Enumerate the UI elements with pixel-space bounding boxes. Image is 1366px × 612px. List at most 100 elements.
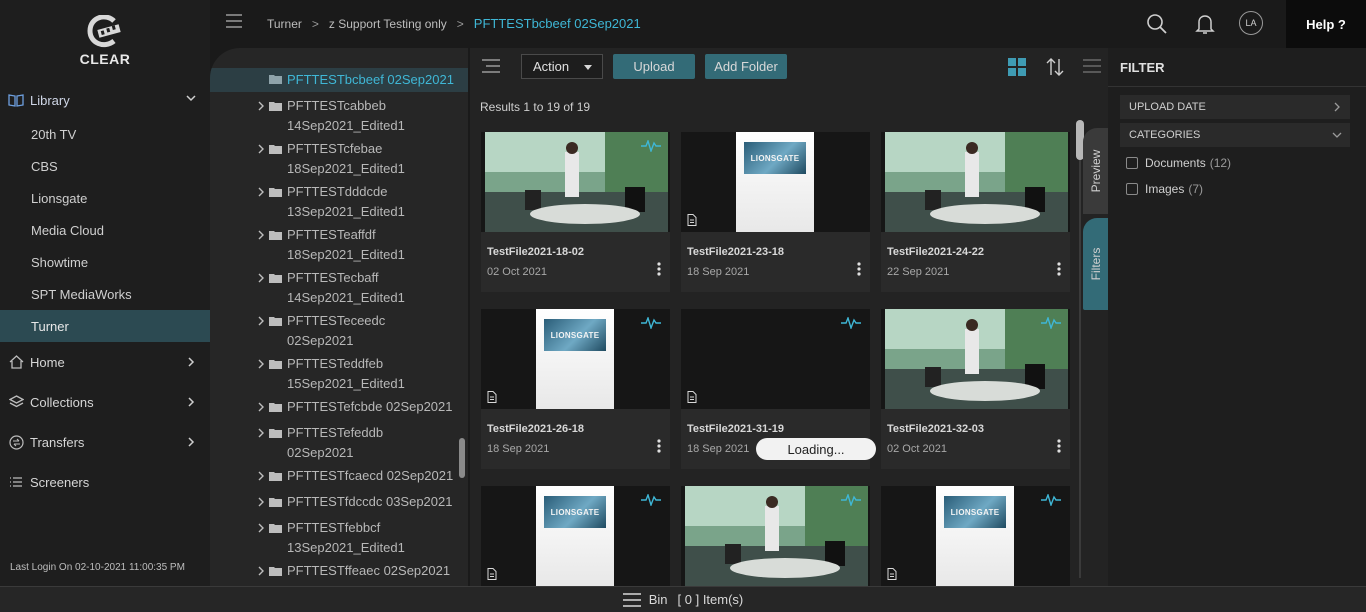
breadcrumb-item[interactable]: Turner (267, 17, 302, 31)
caret-right-icon[interactable] (257, 100, 265, 112)
clear-logo-icon (87, 15, 121, 48)
filter-option-images[interactable]: Images (7) (1126, 182, 1203, 196)
asset-title: TestFile2021-24-22 (887, 246, 985, 258)
nav-library-item[interactable]: Lionsgate (0, 182, 210, 214)
asset-thumbnail[interactable] (881, 309, 1070, 409)
checkbox[interactable] (1126, 183, 1138, 195)
grid-view-icon[interactable] (1008, 58, 1026, 76)
tree-item[interactable]: PFTTESTeceedc 02Sep2021 (210, 313, 468, 353)
logo[interactable]: CLEAR (0, 0, 210, 82)
list-view-icon[interactable] (1083, 58, 1101, 74)
nav-library-item[interactable]: Showtime (0, 246, 210, 278)
nav-library-item-active[interactable]: Turner (0, 310, 210, 342)
asset-thumbnail[interactable]: LIONSGATE (481, 309, 670, 409)
caret-right-icon[interactable] (257, 496, 265, 508)
menu-lines-icon[interactable] (482, 59, 500, 73)
tree-item-sublabel: 18Sep2021_Edited1 (287, 247, 405, 262)
caret-right-icon[interactable] (257, 229, 265, 241)
asset-card[interactable]: LIONSGATE TestFile2021-26-18 18 Sep 2021 (481, 309, 670, 469)
asset-thumbnail[interactable] (681, 486, 870, 586)
results-count: Results 1 to 19 of 19 (480, 100, 591, 114)
hamburger-menu-icon[interactable] (226, 14, 242, 28)
chevron-down-icon (186, 95, 196, 102)
tree-item[interactable]: PFTTESTdddcde 13Sep2021_Edited1 (210, 184, 468, 224)
nav-library-item[interactable]: 20th TV (0, 118, 210, 150)
caret-right-icon[interactable] (257, 565, 265, 577)
asset-card[interactable]: LIONSGATE (481, 486, 670, 586)
tree-scrollbar[interactable] (459, 438, 465, 478)
caret-right-icon[interactable] (257, 470, 265, 482)
help-button[interactable]: Help ? (1286, 0, 1366, 48)
document-icon (887, 568, 897, 580)
tree-item[interactable]: PFTTESTfebbcf 13Sep2021_Edited1 (210, 520, 468, 560)
asset-card[interactable]: TestFile2021-18-02 02 Oct 2021 (481, 132, 670, 292)
search-icon[interactable] (1145, 12, 1169, 36)
nav-home[interactable]: Home (0, 342, 210, 382)
sort-icon[interactable] (1046, 57, 1064, 77)
asset-card[interactable]: TestFile2021-32-03 02 Oct 2021 (881, 309, 1070, 469)
folder-icon (269, 429, 282, 438)
tree-item[interactable]: PFTTESTeddfeb 15Sep2021_Edited1 (210, 356, 468, 396)
more-options-icon[interactable] (657, 262, 661, 276)
asset-card[interactable]: LIONSGATE (881, 486, 1070, 586)
caret-right-icon[interactable] (257, 427, 265, 439)
tree-item[interactable]: PFTTESTcfebae 18Sep2021_Edited1 (210, 141, 468, 181)
more-options-icon[interactable] (657, 439, 661, 453)
tree-item[interactable]: PFTTESTeaffdf 18Sep2021_Edited1 (210, 227, 468, 267)
asset-thumbnail[interactable] (481, 132, 670, 232)
tree-item[interactable]: PFTTESTcabbeb 14Sep2021_Edited1 (210, 98, 468, 138)
nav-library[interactable]: Library (0, 82, 210, 118)
nav-library-item[interactable]: Media Cloud (0, 214, 210, 246)
caret-right-icon[interactable] (257, 315, 265, 327)
caret-right-icon[interactable] (257, 272, 265, 284)
nav-library-item[interactable]: SPT MediaWorks (0, 278, 210, 310)
nav-collections-label: Collections (30, 394, 94, 410)
filter-upload-date[interactable]: UPLOAD DATE (1120, 95, 1350, 119)
nav-collections[interactable]: Collections (0, 382, 210, 422)
filter-upload-date-label: UPLOAD DATE (1129, 101, 1206, 113)
add-folder-button[interactable]: Add Folder (705, 54, 787, 79)
nav-transfers[interactable]: Transfers (0, 422, 210, 462)
tree-item[interactable]: PFTTESTfcaecd 02Sep2021 (210, 468, 468, 490)
more-options-icon[interactable] (1057, 439, 1061, 453)
checkbox[interactable] (1126, 157, 1138, 169)
tree-item[interactable]: PFTTESTffeaec 02Sep2021 (210, 563, 468, 585)
caret-right-icon[interactable] (257, 358, 265, 370)
asset-thumbnail[interactable]: LIONSGATE (481, 486, 670, 586)
tree-item[interactable]: PFTTESTecbaff 14Sep2021_Edited1 (210, 270, 468, 310)
caret-right-icon[interactable] (257, 143, 265, 155)
tab-filters-label: Filters (1088, 247, 1103, 281)
nav-screeners[interactable]: Screeners (0, 462, 210, 502)
tree-item-sublabel: 02Sep2021 (287, 333, 354, 348)
asset-card[interactable]: LIONSGATE TestFile2021-23-18 18 Sep 2021 (681, 132, 870, 292)
breadcrumb-separator: > (456, 16, 464, 31)
nav-library-item[interactable]: CBS (0, 150, 210, 182)
more-options-icon[interactable] (857, 262, 861, 276)
bell-icon[interactable] (1193, 12, 1217, 36)
tree-item[interactable]: PFTTESTfdccdc 03Sep2021 (210, 494, 468, 516)
lionsgate-logo: LIONSGATE (544, 319, 606, 351)
asset-thumbnail[interactable]: LIONSGATE (881, 486, 1070, 586)
breadcrumb-item[interactable]: z Support Testing only (329, 17, 447, 31)
more-options-icon[interactable] (1057, 262, 1061, 276)
action-dropdown[interactable]: Action (521, 54, 603, 79)
upload-button[interactable]: Upload (613, 54, 695, 79)
tab-preview[interactable]: Preview (1083, 128, 1108, 214)
caret-right-icon[interactable] (257, 401, 265, 413)
asset-card[interactable] (681, 486, 870, 586)
asset-thumbnail[interactable] (681, 309, 870, 409)
filter-option-documents[interactable]: Documents (12) (1126, 156, 1231, 170)
tab-filters[interactable]: Filters (1083, 218, 1108, 310)
asset-card[interactable]: TestFile2021-24-22 22 Sep 2021 (881, 132, 1070, 292)
caret-right-icon[interactable] (257, 186, 265, 198)
asset-thumbnail[interactable] (881, 132, 1070, 232)
tree-item[interactable]: PFTTESTefcbde 02Sep2021 (210, 399, 468, 421)
tree-item-selected[interactable]: PFTTESTbcbeef 02Sep2021 (210, 68, 468, 92)
tree-item-label: PFTTESTbcbeef 02Sep2021 (287, 72, 454, 87)
caret-right-icon[interactable] (257, 522, 265, 534)
filter-categories[interactable]: CATEGORIES (1120, 123, 1350, 147)
tree-item[interactable]: PFTTESTefeddb 02Sep2021 (210, 425, 468, 465)
avatar[interactable]: LA (1239, 11, 1263, 35)
bin-bar[interactable]: Bin [ 0 ] Item(s) (0, 586, 1366, 612)
asset-thumbnail[interactable]: LIONSGATE (681, 132, 870, 232)
